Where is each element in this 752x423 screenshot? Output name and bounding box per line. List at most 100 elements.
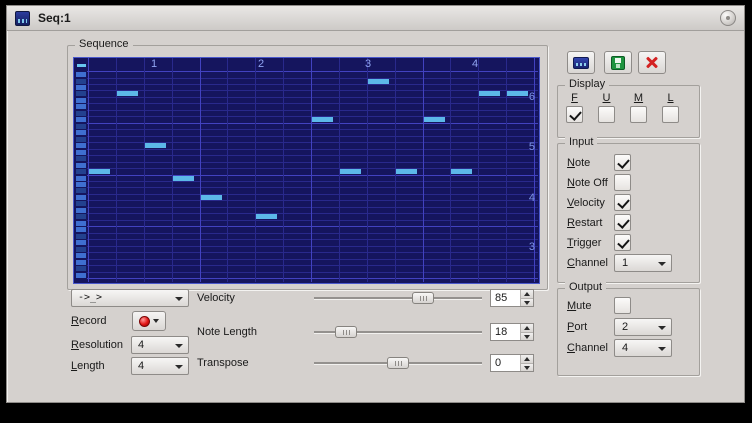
module-toolbar <box>557 51 700 75</box>
velocity-slider-handle[interactable] <box>412 292 434 304</box>
transpose-label: Transpose <box>197 357 249 369</box>
keyboard-key <box>76 247 86 252</box>
save-button[interactable] <box>604 51 632 74</box>
spin-up-icon[interactable] <box>521 355 533 363</box>
note-bar[interactable] <box>340 169 361 174</box>
keyboard-key <box>76 130 86 135</box>
output-channel-combo[interactable]: 4 <box>614 339 672 357</box>
note-bar[interactable] <box>256 214 277 219</box>
note-bar[interactable] <box>451 169 472 174</box>
note-bar[interactable] <box>201 195 222 200</box>
input-velocity-label: Velocity <box>567 197 605 209</box>
grid-line-h <box>87 213 538 214</box>
record-icon <box>139 316 150 327</box>
note-bar[interactable] <box>424 117 445 122</box>
octave-label: 6 <box>529 91 535 103</box>
spin-up-icon[interactable] <box>521 324 533 332</box>
clone-button[interactable] <box>567 51 595 74</box>
grid-line-h <box>87 239 538 240</box>
display-f-checkbox[interactable] <box>566 106 583 123</box>
loop-pattern-combo[interactable]: ->_> <box>71 289 189 307</box>
keyboard-key <box>76 156 86 161</box>
spin-down-icon[interactable] <box>521 332 533 341</box>
length-combo[interactable]: 4 <box>131 357 189 375</box>
velocity-slider-track[interactable] <box>314 297 482 299</box>
record-button[interactable] <box>132 311 166 331</box>
input-restart-label: Restart <box>567 217 602 229</box>
spin-down-icon[interactable] <box>521 363 533 372</box>
input-trigger-checkbox[interactable] <box>614 234 631 251</box>
input-note-off-checkbox[interactable] <box>614 174 631 191</box>
spin-down-icon[interactable] <box>521 298 533 307</box>
delete-button[interactable] <box>638 51 666 74</box>
grid-line-v <box>367 58 368 282</box>
input-row: Restart <box>558 214 699 234</box>
input-velocity-checkbox[interactable] <box>614 194 631 211</box>
keyboard-key <box>76 85 86 90</box>
note-length-spinbox[interactable]: 18 <box>490 323 534 341</box>
input-row: Note <box>558 154 699 174</box>
spin-up-icon[interactable] <box>521 290 533 298</box>
note-bar[interactable] <box>507 91 528 96</box>
output-mute-label: Mute <box>567 300 591 312</box>
resolution-value: 4 <box>138 339 144 351</box>
transpose-slider-handle[interactable] <box>387 357 409 369</box>
display-option-label: L <box>662 92 679 104</box>
beat-label: 3 <box>365 58 371 70</box>
note-bar[interactable] <box>479 91 500 96</box>
transpose-slider[interactable] <box>314 357 482 369</box>
output-mute-checkbox[interactable] <box>614 297 631 314</box>
note-bar[interactable] <box>312 117 333 122</box>
beat-label: 1 <box>151 58 157 70</box>
grid-line-h <box>87 155 538 156</box>
resolution-combo[interactable]: 4 <box>131 336 189 354</box>
grid-line-h <box>87 246 538 247</box>
note-length-label: Note Length <box>197 326 257 338</box>
display-m-checkbox[interactable] <box>630 106 647 123</box>
velocity-spinbox[interactable]: 85 <box>490 289 534 307</box>
display-option: M <box>630 92 647 123</box>
piano-roll[interactable]: 12346543 <box>73 57 540 284</box>
output-row: Port2 <box>558 318 699 338</box>
note-length-slider-handle[interactable] <box>335 326 357 338</box>
grid-line-v <box>255 58 256 282</box>
input-channel-combo[interactable]: 1 <box>614 254 672 272</box>
note-length-value: 18 <box>491 324 520 340</box>
velocity-slider[interactable] <box>314 292 482 304</box>
output-row: Channel4 <box>558 339 699 359</box>
titlebar[interactable]: Seq:1 <box>7 6 744 31</box>
grid-line-h <box>87 278 538 279</box>
display-option-label: U <box>598 92 615 104</box>
grid-line-h <box>87 207 538 208</box>
clone-icon <box>573 57 589 69</box>
note-length-slider[interactable] <box>314 326 482 338</box>
keyboard-key <box>76 163 86 168</box>
note-bar[interactable] <box>89 169 110 174</box>
note-bar[interactable] <box>145 143 166 148</box>
grid-line-h <box>87 136 538 137</box>
input-row: Channel1 <box>558 254 699 274</box>
display-u-checkbox[interactable] <box>598 106 615 123</box>
output-port-combo[interactable]: 2 <box>614 318 672 336</box>
keyboard-key <box>76 137 86 142</box>
note-bar[interactable] <box>396 169 417 174</box>
keyboard-key <box>76 234 86 239</box>
window-shade-button[interactable] <box>720 10 736 26</box>
beat-label: 4 <box>472 58 478 70</box>
grid-line-h <box>87 272 538 273</box>
input-note-checkbox[interactable] <box>614 154 631 171</box>
chevron-down-icon <box>658 347 666 351</box>
transpose-spinbox[interactable]: 0 <box>490 354 534 372</box>
input-group: Input NoteNote OffVelocityRestartTrigger… <box>557 143 700 283</box>
display-l-checkbox[interactable] <box>662 106 679 123</box>
spin-buttons <box>520 324 533 340</box>
save-icon <box>611 56 625 70</box>
octave-label: 4 <box>529 192 535 204</box>
note-bar[interactable] <box>173 176 194 181</box>
grid-line-v <box>227 58 228 282</box>
note-bar[interactable] <box>368 79 389 84</box>
keyboard-key <box>76 195 86 200</box>
input-row: Note Off <box>558 174 699 194</box>
input-restart-checkbox[interactable] <box>614 214 631 231</box>
note-bar[interactable] <box>117 91 138 96</box>
